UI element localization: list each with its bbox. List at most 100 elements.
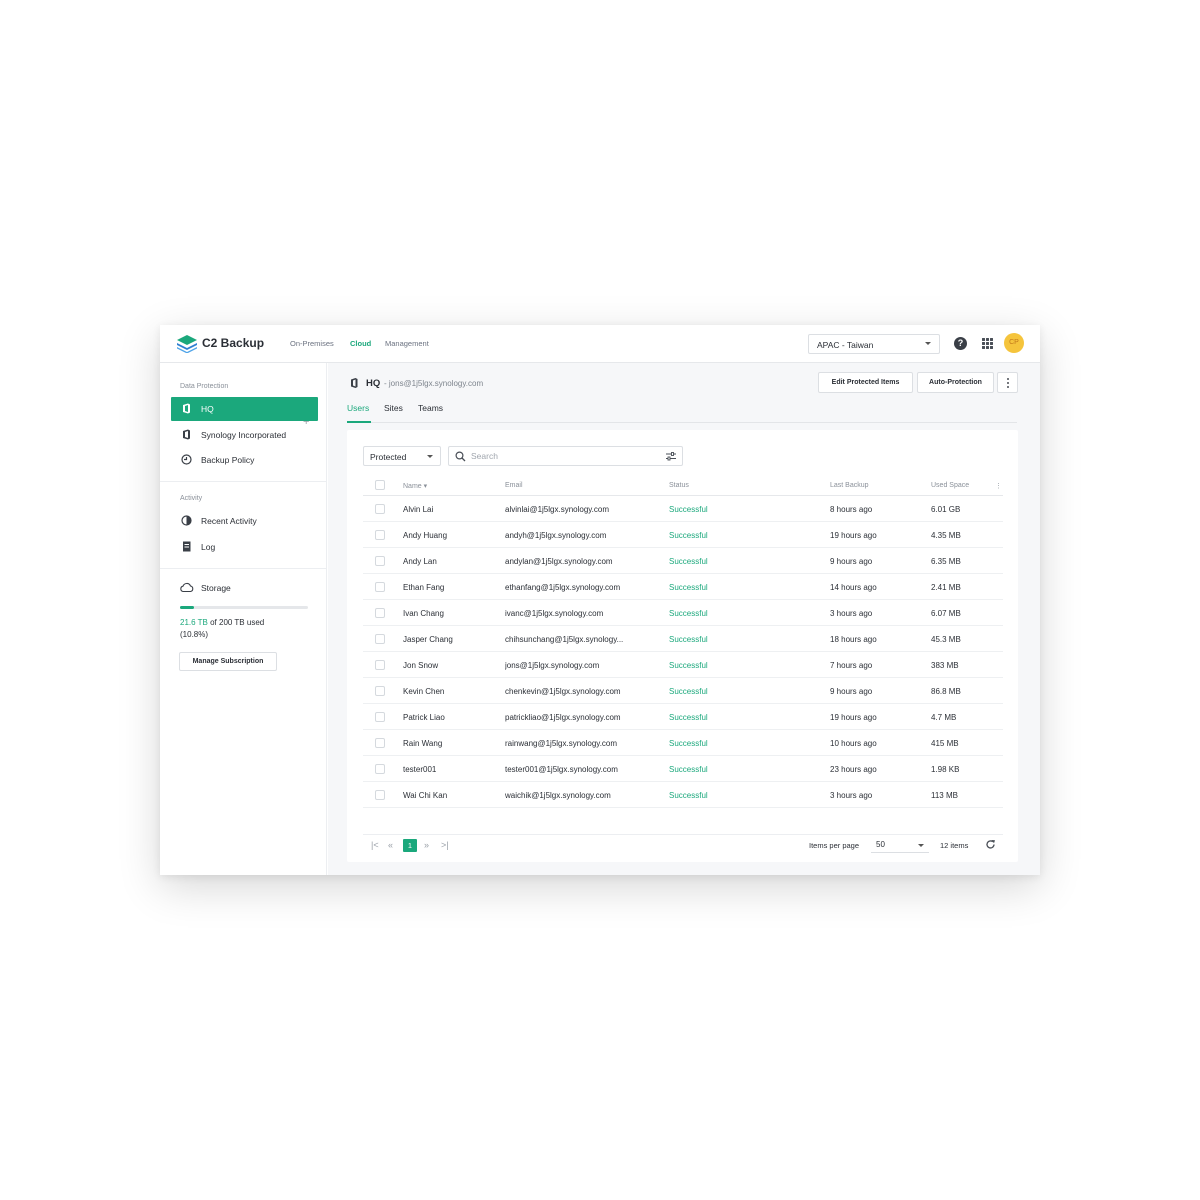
nav-cloud[interactable]: Cloud: [350, 339, 371, 348]
first-page-icon[interactable]: |<: [371, 841, 379, 850]
user-name: Rain Wang: [403, 739, 443, 748]
status-text: Successful: [669, 557, 708, 566]
row-checkbox[interactable]: [375, 712, 385, 722]
auto-protection-button[interactable]: Auto-Protection: [917, 372, 994, 393]
next-page-icon[interactable]: »: [424, 841, 429, 850]
column-settings-icon[interactable]: ⋮: [995, 482, 1002, 490]
row-checkbox[interactable]: [375, 530, 385, 540]
user-name: Kevin Chen: [403, 687, 445, 696]
user-name: tester001: [403, 765, 437, 774]
row-checkbox[interactable]: [375, 608, 385, 618]
nav-on-premises[interactable]: On-Premises: [290, 339, 334, 348]
used-space: 45.3 MB: [931, 635, 961, 644]
search-icon: [455, 451, 466, 462]
table-row[interactable]: Wai Chi Kan waichik@1j5lgx.synology.com Su…: [363, 782, 1003, 808]
filter-settings-icon[interactable]: [666, 452, 676, 461]
storage-usage-text: 21.6 TB of 200 TB used (10.8%): [180, 617, 310, 641]
sidebar-item-recent-activity[interactable]: Recent Activity: [171, 509, 318, 533]
sidebar-item-label: Log: [201, 542, 216, 552]
avatar[interactable]: CP: [1004, 333, 1024, 353]
search-box: [448, 446, 683, 466]
manage-subscription-button[interactable]: Manage Subscription: [179, 652, 277, 671]
table-row[interactable]: Jon Snow jons@1j5lgx.synology.com Successf…: [363, 652, 1003, 678]
row-checkbox[interactable]: [375, 504, 385, 514]
status-text: Successful: [669, 531, 708, 540]
row-checkbox[interactable]: [375, 764, 385, 774]
column-header-used-space[interactable]: Used Space: [931, 482, 969, 489]
column-header-last-backup[interactable]: Last Backup: [830, 482, 869, 489]
storage-progress: [180, 606, 308, 609]
log-icon: [183, 541, 191, 552]
storage-used: 21.6 TB: [180, 618, 208, 627]
used-space: 415 MB: [931, 739, 959, 748]
edit-protected-items-button[interactable]: Edit Protected Items: [818, 372, 913, 393]
column-header-name[interactable]: Name ▾: [403, 482, 427, 490]
sidebar-item-storage[interactable]: Storage: [171, 576, 318, 600]
users-card: Protected Name ▾ Email: [347, 430, 1018, 862]
user-name: Andy Huang: [403, 531, 448, 540]
sidebar-item-synology-incorporated[interactable]: Synology Incorporated: [171, 423, 318, 447]
status-text: Successful: [669, 687, 708, 696]
clock-icon: [181, 515, 192, 526]
user-email: ivanc@1j5lgx.synology.com: [505, 609, 604, 618]
row-checkbox[interactable]: [375, 738, 385, 748]
nav-management[interactable]: Management: [385, 339, 429, 348]
sidebar-item-backup-policy[interactable]: Backup Policy: [171, 448, 318, 472]
table-row[interactable]: Kevin Chen chenkevin@1j5lgx.synology.com S…: [363, 678, 1003, 704]
sidebar: Data Protection + HQ Synology Incorporat…: [160, 363, 327, 875]
last-backup: 19 hours ago: [830, 531, 877, 540]
storage-percent: (10.8%): [180, 630, 209, 639]
table-row[interactable]: Jasper Chang chihsunchang@1j5lgx.synology…: [363, 626, 1003, 652]
row-checkbox[interactable]: [375, 556, 385, 566]
user-email: chihsunchang@1j5lgx.synology...: [505, 635, 624, 644]
sidebar-item-label: Recent Activity: [201, 516, 257, 526]
table-row[interactable]: Patrick Liao patrickliao@1j5lgx.synology.…: [363, 704, 1003, 730]
items-per-page-select[interactable]: 50: [871, 837, 929, 853]
sidebar-item-label: Synology Incorporated: [201, 430, 287, 440]
sidebar-item-log[interactable]: Log: [171, 535, 318, 559]
user-email: chenkevin@1j5lgx.synology.com: [505, 687, 621, 696]
row-checkbox[interactable]: [375, 634, 385, 644]
region-value: APAC - Taiwan: [817, 340, 874, 350]
used-space: 1.98 KB: [931, 765, 960, 774]
region-select[interactable]: APAC - Taiwan: [808, 334, 940, 354]
select-all-checkbox[interactable]: [375, 480, 385, 490]
column-header-email[interactable]: Email: [505, 482, 523, 489]
last-backup: 8 hours ago: [830, 505, 873, 514]
main-panel: HQ - jons@1j5lgx.synology.com Edit Prote…: [328, 363, 1040, 875]
row-checkbox[interactable]: [375, 686, 385, 696]
storage-total: of 200 TB used: [207, 618, 265, 627]
row-checkbox[interactable]: [375, 582, 385, 592]
used-space: 2.41 MB: [931, 583, 961, 592]
user-email: andyh@1j5lgx.synology.com: [505, 531, 607, 540]
user-email: tester001@1j5lgx.synology.com: [505, 765, 618, 774]
column-header-status[interactable]: Status: [669, 482, 689, 489]
table-row[interactable]: Andy Huang andyh@1j5lgx.synology.com Succe…: [363, 522, 1003, 548]
tab-users[interactable]: Users: [347, 403, 369, 413]
last-backup: 3 hours ago: [830, 791, 873, 800]
refresh-icon[interactable]: [985, 839, 996, 850]
table-row[interactable]: Rain Wang rainwang@1j5lgx.synology.com Suc…: [363, 730, 1003, 756]
apps-grid-icon[interactable]: [982, 338, 993, 349]
previous-page-icon[interactable]: «: [388, 841, 393, 850]
last-backup: 14 hours ago: [830, 583, 877, 592]
last-backup: 9 hours ago: [830, 557, 873, 566]
table-row[interactable]: Andy Lan andylan@1j5lgx.synology.com Succe…: [363, 548, 1003, 574]
sidebar-item-hq[interactable]: HQ: [171, 397, 318, 421]
search-input[interactable]: [471, 450, 651, 462]
last-page-icon[interactable]: >|: [441, 841, 449, 850]
row-checkbox[interactable]: [375, 790, 385, 800]
table-row[interactable]: Alvin Lai alvinlai@1j5lgx.synology.com Suc…: [363, 496, 1003, 522]
table-row[interactable]: Ivan Chang ivanc@1j5lgx.synology.com Succe…: [363, 600, 1003, 626]
table-row[interactable]: Ethan Fang ethanfang@1j5lgx.synology.com S…: [363, 574, 1003, 600]
table-row[interactable]: tester001 tester001@1j5lgx.synology.com Su…: [363, 756, 1003, 782]
user-email: ethanfang@1j5lgx.synology.com: [505, 583, 621, 592]
current-page[interactable]: 1: [403, 839, 417, 852]
tab-teams[interactable]: Teams: [418, 403, 443, 413]
items-per-page-value: 50: [876, 840, 885, 849]
row-checkbox[interactable]: [375, 660, 385, 670]
tab-sites[interactable]: Sites: [384, 403, 403, 413]
more-options-icon[interactable]: [997, 372, 1018, 393]
protection-filter-select[interactable]: Protected: [363, 446, 441, 466]
help-icon[interactable]: ?: [954, 337, 967, 350]
